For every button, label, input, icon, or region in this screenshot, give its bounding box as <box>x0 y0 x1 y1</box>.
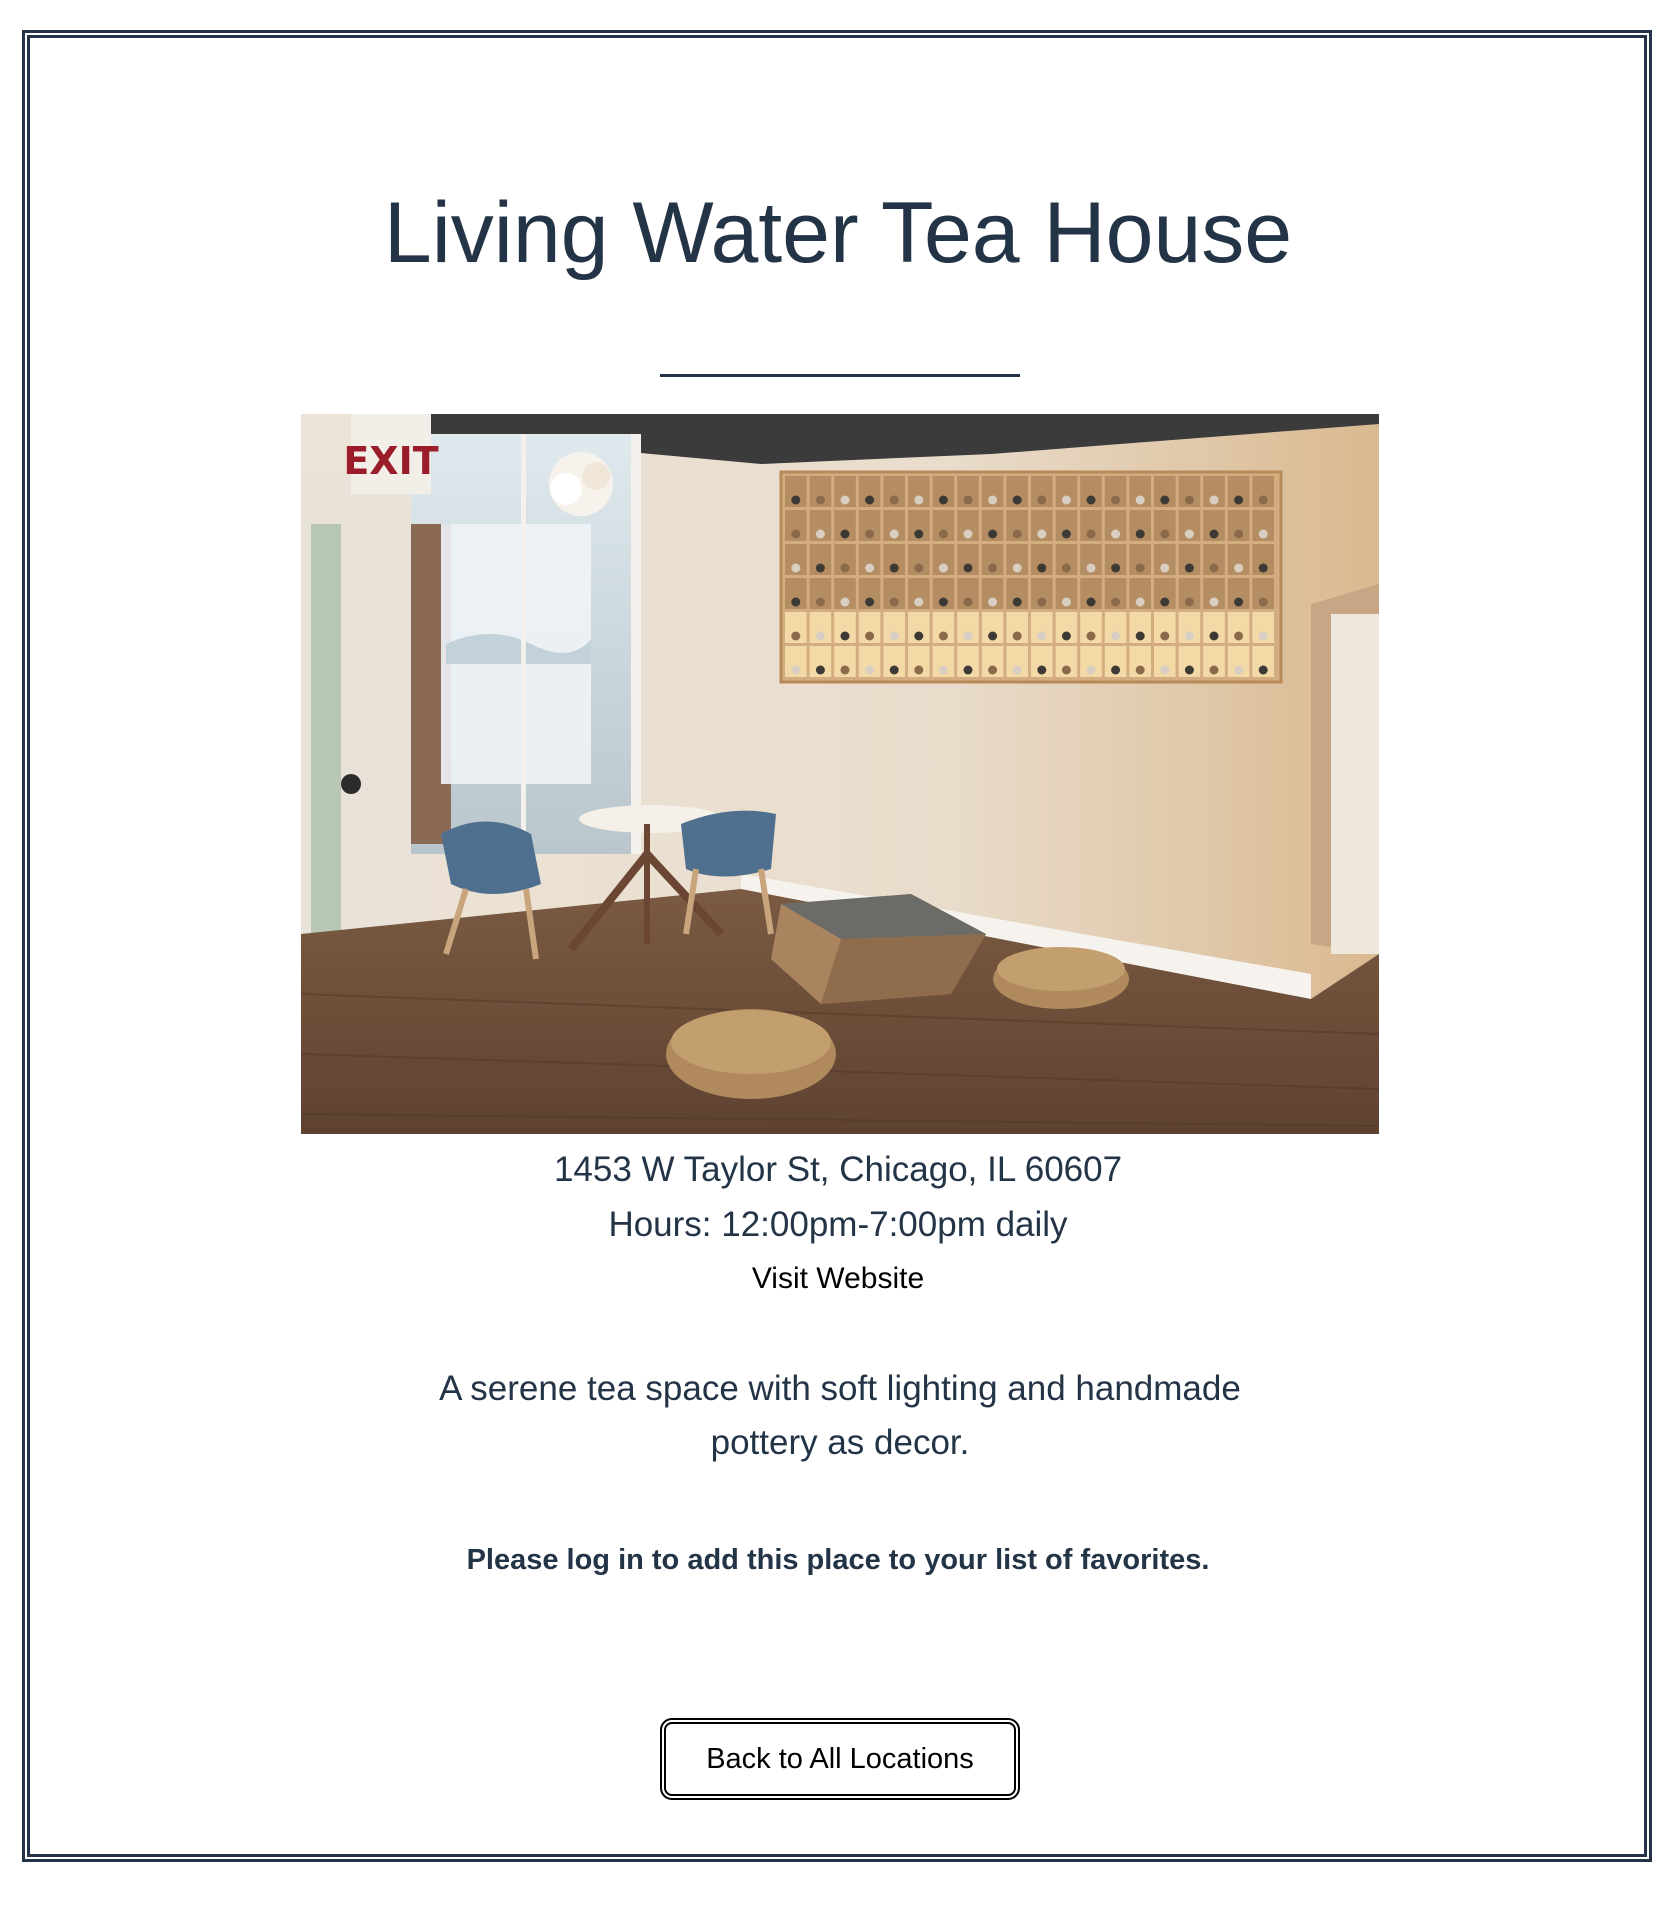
place-hours: Hours: 12:00pm-7:00pm daily <box>608 1205 1068 1244</box>
title-divider <box>660 374 1020 377</box>
page-title: Living Water Tea House <box>383 185 1293 281</box>
website-link-row: Visit Website <box>0 1262 1676 1296</box>
exit-sign-text: EXIT <box>343 439 438 483</box>
place-address: 1453 W Taylor St, Chicago, IL 60607 <box>553 1150 1123 1189</box>
visit-website-link[interactable]: Visit Website <box>752 1262 924 1295</box>
login-favorites-note: Please log in to add this place to your … <box>466 1544 1210 1576</box>
back-to-locations-button[interactable]: Back to All Locations <box>660 1718 1020 1800</box>
place-photo: EXIT <box>301 414 1379 1134</box>
place-description: A serene tea space with soft lighting an… <box>439 1369 1241 1462</box>
